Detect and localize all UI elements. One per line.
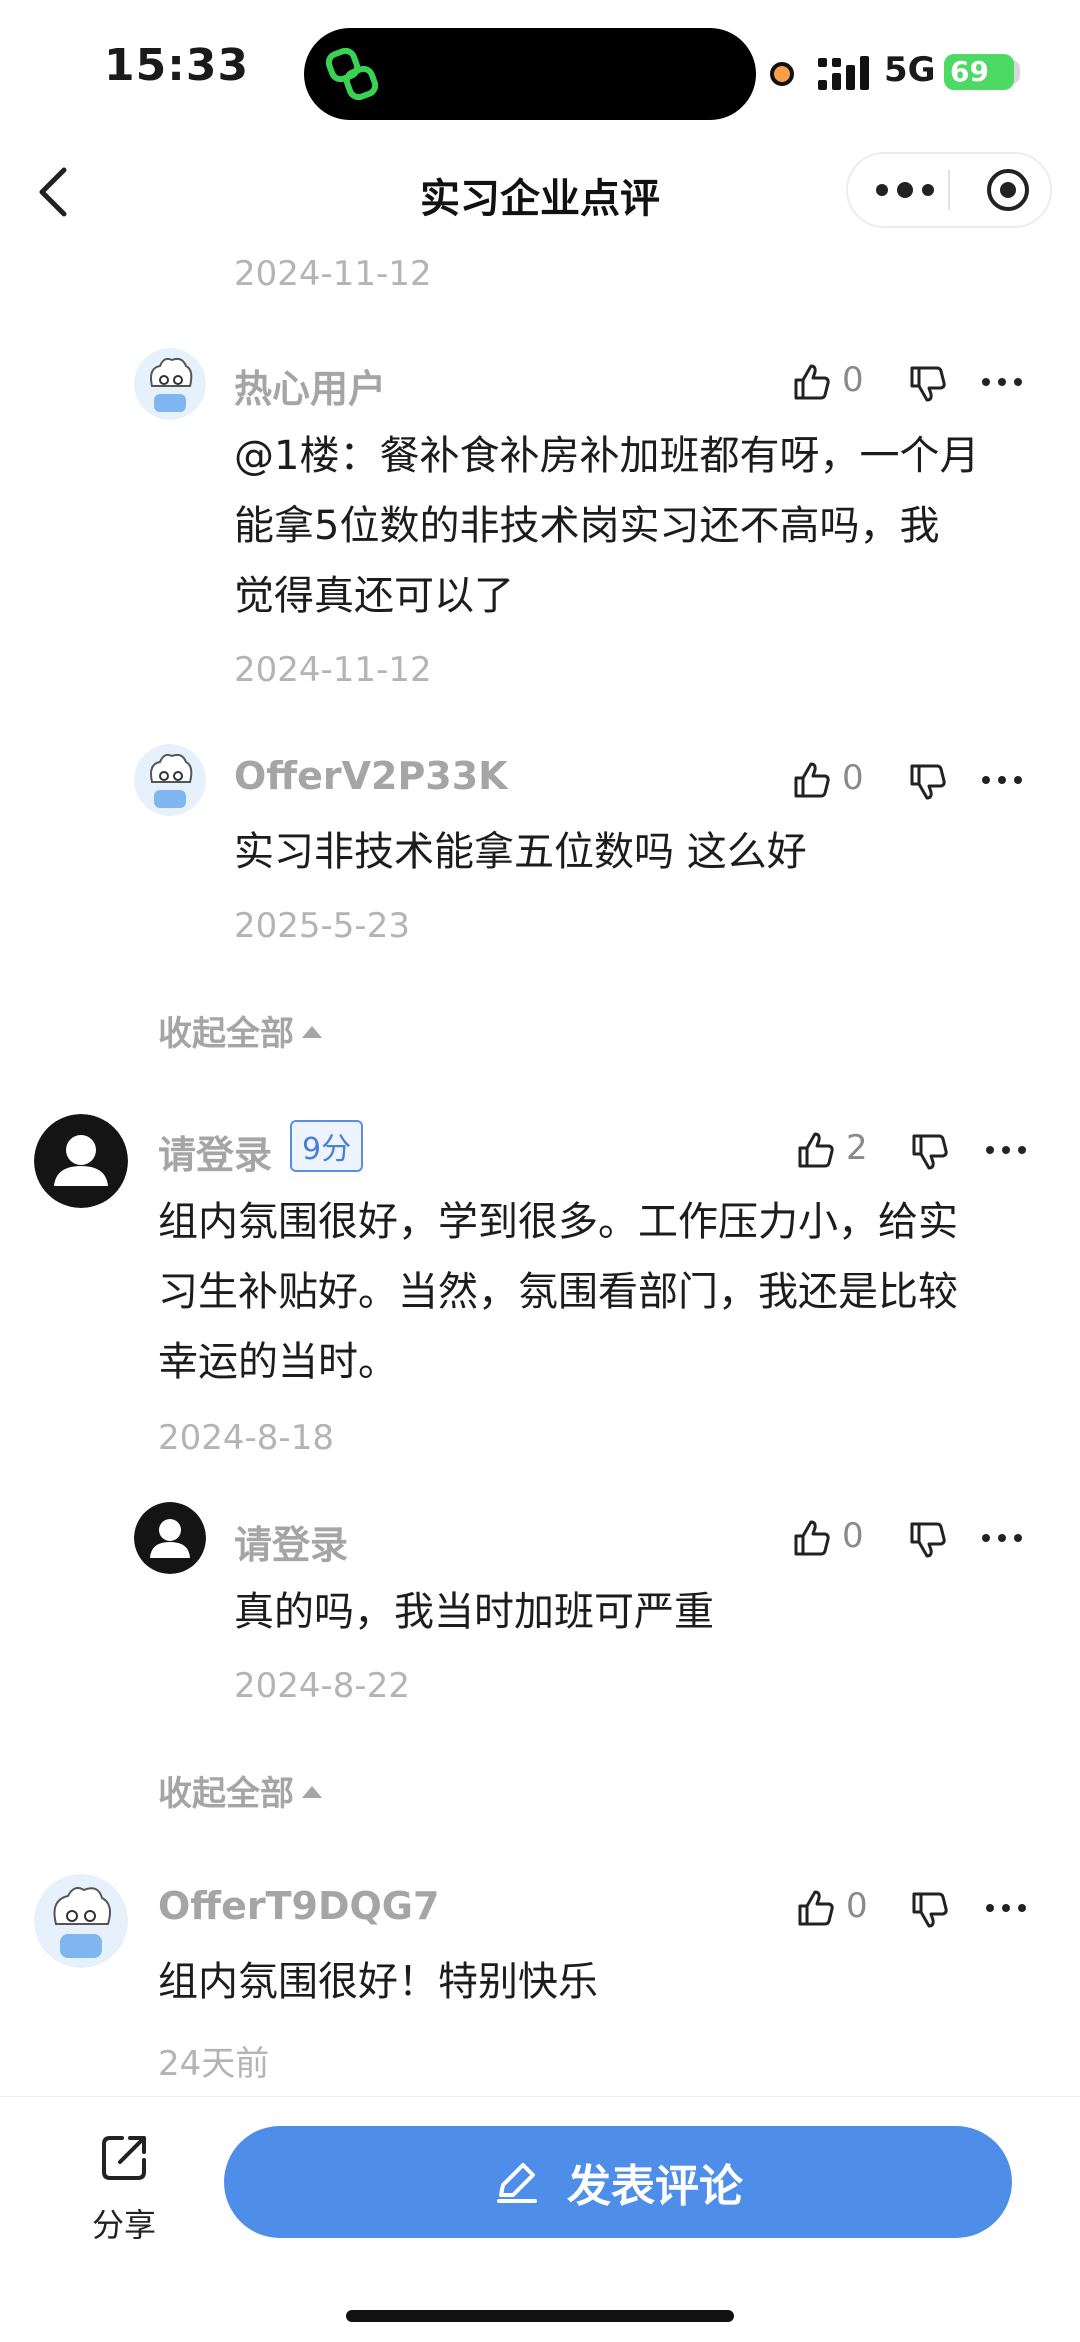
avatar[interactable] <box>134 744 206 816</box>
collapse-label: 收起全部 <box>158 1014 294 1054</box>
cartoon-avatar-icon <box>134 744 206 816</box>
comment-text: 真的吗，我当时加班可严重 <box>234 1589 714 1635</box>
more-options-icon[interactable] <box>984 1144 1028 1156</box>
post-comment-label: 发表评论 <box>567 2161 743 2212</box>
score-badge: 9分 <box>290 1120 364 1172</box>
like-count: 0 <box>842 1516 864 1556</box>
collapse-all-button[interactable]: 收起全部 <box>158 1006 322 1055</box>
more-options-icon[interactable] <box>980 774 1024 786</box>
like-count: 0 <box>842 758 864 798</box>
comment-text: 组内氛围很好，学到很多。工作压力小，给实 <box>158 1199 958 1245</box>
cartoon-avatar-icon <box>34 1874 128 1968</box>
thumbs-up-icon[interactable] <box>796 1130 836 1170</box>
signal-icon <box>818 56 869 90</box>
comment-text: 习生补贴好。当然，氛围看部门，我还是比较 <box>158 1269 958 1315</box>
comment-text: 幸运的当时。 <box>158 1339 398 1385</box>
close-miniapp-icon[interactable] <box>986 168 1030 212</box>
thumbs-down-icon[interactable] <box>910 1890 950 1930</box>
comment-text: 觉得真还可以了 <box>234 573 514 619</box>
comment-text: 组内氛围很好！特别快乐 <box>158 1959 598 2005</box>
triangle-up-icon <box>302 1785 322 1798</box>
thumbs-up-icon[interactable] <box>792 1518 832 1558</box>
like-count: 2 <box>846 1128 868 1168</box>
avatar[interactable] <box>134 1502 206 1574</box>
thumbs-up-icon[interactable] <box>796 1888 836 1928</box>
comment-date: 2024-8-22 <box>234 1666 410 1706</box>
status-time: 15:33 <box>104 40 250 91</box>
triangle-up-icon <box>302 1025 322 1038</box>
capsule-divider <box>948 170 950 210</box>
recording-dot-icon <box>770 62 794 86</box>
cartoon-avatar-icon <box>134 348 206 420</box>
comment-text: @1楼：餐补食补房补加班都有呀，一个月 <box>234 433 980 479</box>
more-options-icon[interactable] <box>980 376 1024 388</box>
avatar[interactable] <box>34 1114 128 1208</box>
more-options-icon[interactable] <box>980 1532 1024 1544</box>
comment-username[interactable]: 请登录 <box>158 1124 272 1179</box>
wechat-link-icon <box>326 48 378 100</box>
avatar[interactable] <box>34 1874 128 1968</box>
more-dots-icon[interactable] <box>868 164 942 216</box>
thumbs-down-icon[interactable] <box>910 1132 950 1172</box>
like-count: 0 <box>842 360 864 400</box>
thumbs-up-icon[interactable] <box>792 760 832 800</box>
thumbs-down-icon[interactable] <box>908 1520 948 1560</box>
post-comment-button[interactable]: 发表评论 <box>224 2126 1012 2238</box>
like-count: 0 <box>846 1886 868 1926</box>
network-label: 5G <box>884 50 936 90</box>
comment-date: 2025-5-23 <box>234 906 410 946</box>
comment-date: 2024-11-12 <box>234 254 432 294</box>
default-person-icon <box>134 1502 206 1574</box>
home-indicator <box>346 2310 734 2322</box>
comment-text: 实习非技术能拿五位数吗 这么好 <box>234 829 807 875</box>
collapse-label: 收起全部 <box>158 1774 294 1814</box>
comment-text: 能拿5位数的非技术岗实习还不高吗，我 <box>234 503 940 549</box>
comment-username[interactable]: 热心用户 <box>234 358 386 413</box>
comment-date: 2024-8-18 <box>158 1418 334 1458</box>
thumbs-down-icon[interactable] <box>908 762 948 802</box>
comment-date: 24天前 <box>158 2044 270 2084</box>
collapse-all-button[interactable]: 收起全部 <box>158 1766 322 1815</box>
comment-username[interactable]: 请登录 <box>234 1514 348 1569</box>
share-icon[interactable] <box>98 2130 152 2184</box>
comment-username[interactable]: OfferV2P33K <box>234 754 508 798</box>
share-label[interactable]: 分享 <box>74 2200 174 2246</box>
comment-date: 2024-11-12 <box>234 650 432 690</box>
battery-icon: 69 <box>944 54 1014 90</box>
thumbs-down-icon[interactable] <box>908 364 948 404</box>
avatar[interactable] <box>134 348 206 420</box>
comment-username[interactable]: OfferT9DQG7 <box>158 1884 439 1928</box>
pencil-icon <box>497 2163 537 2203</box>
default-person-icon <box>34 1114 128 1208</box>
more-options-icon[interactable] <box>984 1902 1028 1914</box>
thumbs-up-icon[interactable] <box>792 362 832 402</box>
